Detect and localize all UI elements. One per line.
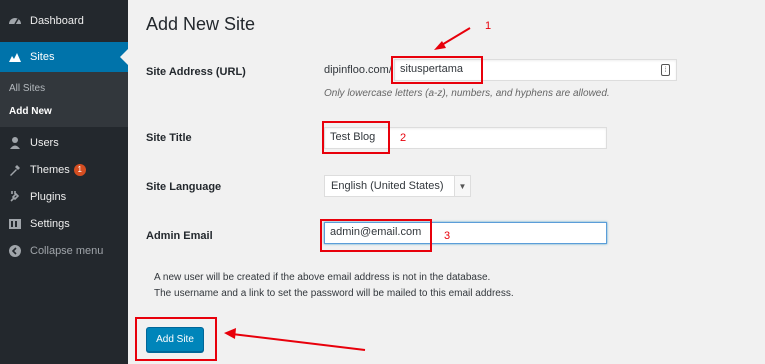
annotation-arrow-1 [434, 27, 471, 50]
annotation-arrows [224, 27, 471, 351]
annotation-arrow-submit [224, 328, 366, 351]
